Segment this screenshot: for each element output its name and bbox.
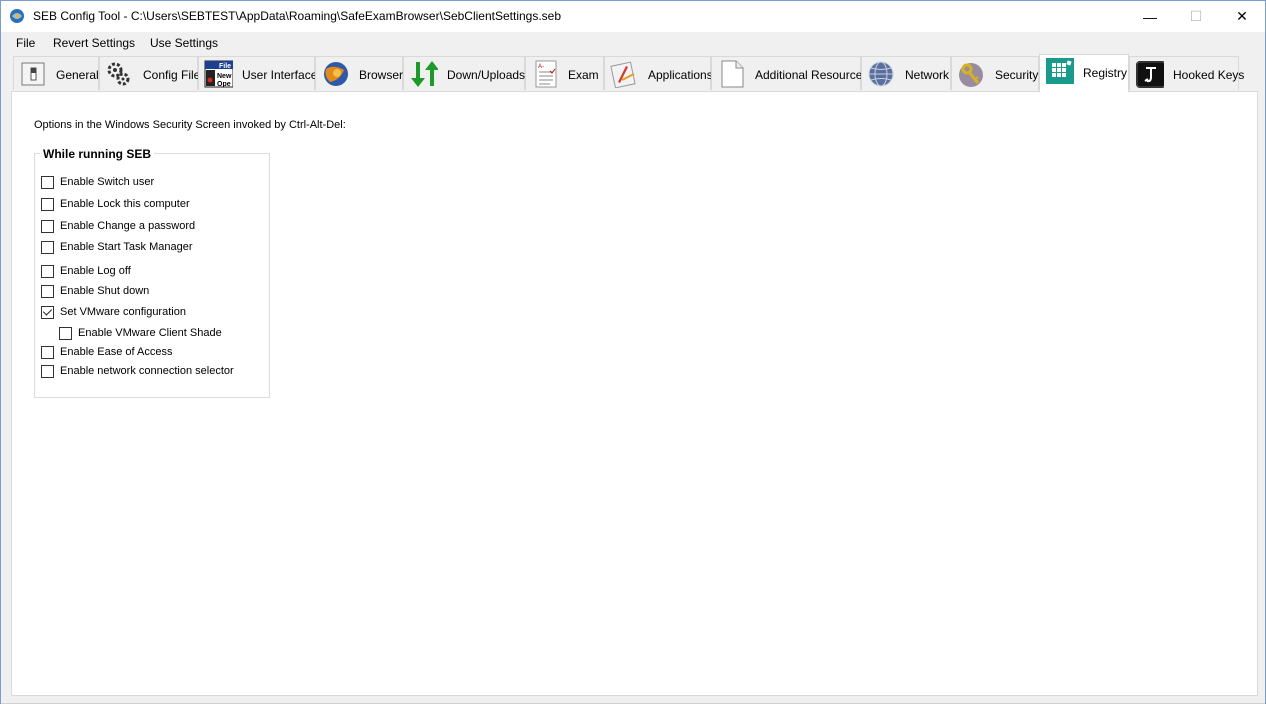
svg-text:New: New bbox=[217, 73, 232, 80]
tab-label: Browser bbox=[359, 68, 404, 82]
checkbox-checked[interactable] bbox=[41, 305, 54, 319]
tab-label: Hooked Keys bbox=[1173, 68, 1245, 82]
option-label: Enable Switch user bbox=[60, 176, 155, 188]
option-label: Enable network connection selector bbox=[60, 365, 234, 377]
tab-browser[interactable]: Browser bbox=[315, 56, 403, 90]
switch-icon bbox=[21, 62, 45, 86]
minimize-button[interactable]: — bbox=[1127, 1, 1173, 32]
tab-security[interactable]: Security bbox=[951, 56, 1039, 90]
tab-user-interface[interactable]: File New Ope User Interface bbox=[198, 56, 318, 90]
tab-label: Exam bbox=[568, 68, 599, 82]
window-title: SEB Config Tool - C:\Users\SEBTEST\AppDa… bbox=[33, 9, 562, 23]
gears-icon bbox=[107, 62, 130, 86]
option-enable-change-password[interactable]: Enable Change a password bbox=[41, 218, 195, 234]
keys-icon bbox=[959, 63, 983, 87]
tab-general[interactable]: General bbox=[13, 56, 99, 90]
checkbox[interactable] bbox=[41, 345, 54, 359]
checkbox[interactable] bbox=[41, 364, 54, 378]
menu-bar: File Revert Settings Use Settings bbox=[1, 32, 1265, 54]
tab-label: General bbox=[56, 68, 99, 82]
maximize-button[interactable]: ☐ bbox=[1173, 1, 1219, 32]
option-enable-start-task-manager[interactable]: Enable Start Task Manager bbox=[41, 239, 192, 255]
close-button[interactable]: ✕ bbox=[1219, 1, 1265, 32]
option-label: Enable Start Task Manager bbox=[60, 241, 193, 253]
tab-label: Registry bbox=[1083, 66, 1128, 80]
tab-label: Down/Uploads bbox=[447, 68, 526, 82]
group-title: While running SEB bbox=[40, 147, 154, 161]
tab-label: User Interface bbox=[242, 68, 318, 82]
option-set-vmware-configuration[interactable]: Set VMware configuration bbox=[41, 304, 186, 320]
tab-label: Security bbox=[995, 68, 1039, 82]
option-label: Enable Ease of Access bbox=[60, 346, 173, 358]
option-enable-ease-of-access[interactable]: Enable Ease of Access bbox=[41, 344, 173, 360]
option-label: Enable VMware Client Shade bbox=[78, 327, 222, 339]
security-screen-description: Options in the Windows Security Screen i… bbox=[34, 119, 346, 131]
minimize-icon: — bbox=[1143, 8, 1157, 25]
tab-label: Network bbox=[905, 68, 950, 82]
checkbox[interactable] bbox=[41, 197, 54, 211]
tab-hooked-keys[interactable]: Hooked Keys bbox=[1129, 56, 1244, 90]
tab-label: Config File bbox=[143, 68, 201, 82]
option-enable-lock-computer[interactable]: Enable Lock this computer bbox=[41, 196, 190, 212]
tab-config-file[interactable]: Config File bbox=[99, 56, 201, 90]
registry-panel: Options in the Windows Security Screen i… bbox=[11, 91, 1258, 696]
title-bar[interactable]: SEB Config Tool - C:\Users\SEBTEST\AppDa… bbox=[1, 1, 1265, 32]
checkbox[interactable] bbox=[41, 284, 54, 298]
option-label: Enable Shut down bbox=[60, 285, 150, 297]
applications-icon bbox=[610, 61, 636, 88]
document-icon bbox=[721, 60, 744, 88]
option-enable-switch-user[interactable]: Enable Switch user bbox=[41, 174, 154, 190]
hooked-keys-icon bbox=[1136, 61, 1164, 88]
tab-strip: General Config File File New Ope User In… bbox=[1, 54, 1265, 92]
menu-revert-settings[interactable]: Revert Settings bbox=[53, 36, 135, 50]
option-label: Enable Change a password bbox=[60, 220, 196, 232]
option-enable-log-off[interactable]: Enable Log off bbox=[41, 263, 131, 279]
checkbox[interactable] bbox=[41, 240, 54, 254]
maximize-icon: ☐ bbox=[1189, 8, 1203, 24]
registry-icon bbox=[1046, 58, 1074, 84]
seb-logo-icon bbox=[10, 9, 24, 23]
option-label: Enable Lock this computer bbox=[60, 198, 190, 210]
tab-applications[interactable]: Applications bbox=[604, 56, 713, 90]
exam-sheet-icon: A- bbox=[535, 60, 557, 88]
while-running-seb-group: While running SEB Enable Switch user Ena… bbox=[34, 147, 270, 398]
menu-use-settings[interactable]: Use Settings bbox=[150, 36, 218, 50]
checkbox[interactable] bbox=[41, 219, 54, 233]
menu-window-icon: File New Ope bbox=[204, 60, 233, 88]
option-enable-vmware-client-shade[interactable]: Enable VMware Client Shade bbox=[59, 325, 222, 341]
option-label: Enable Log off bbox=[60, 265, 131, 277]
tab-registry[interactable]: Registry bbox=[1039, 54, 1129, 92]
option-enable-shut-down[interactable]: Enable Shut down bbox=[41, 283, 149, 299]
menu-file[interactable]: File bbox=[16, 36, 35, 50]
svg-text:Ope: Ope bbox=[217, 81, 231, 88]
close-icon: ✕ bbox=[1236, 8, 1248, 24]
option-label: Set VMware configuration bbox=[60, 306, 186, 318]
network-globe-icon bbox=[868, 61, 894, 87]
svg-text:File: File bbox=[219, 63, 231, 70]
tab-label: Applications bbox=[648, 68, 713, 82]
tab-exam[interactable]: A- Exam bbox=[525, 56, 604, 90]
tab-down-uploads[interactable]: Down/Uploads bbox=[403, 56, 525, 90]
checkbox[interactable] bbox=[59, 326, 72, 340]
option-enable-network-connection-selector[interactable]: Enable network connection selector bbox=[41, 363, 234, 379]
arrows-updown-icon bbox=[411, 61, 438, 87]
tab-additional-resources[interactable]: Additional Resources bbox=[711, 56, 868, 90]
checkbox[interactable] bbox=[41, 175, 54, 189]
svg-text:A-: A- bbox=[538, 64, 544, 70]
app-window: SEB Config Tool - C:\Users\SEBTEST\AppDa… bbox=[0, 0, 1266, 704]
browser-globe-icon bbox=[324, 62, 348, 86]
checkbox[interactable] bbox=[41, 264, 54, 278]
tab-label: Additional Resources bbox=[755, 68, 869, 82]
tab-network[interactable]: Network bbox=[861, 56, 951, 90]
